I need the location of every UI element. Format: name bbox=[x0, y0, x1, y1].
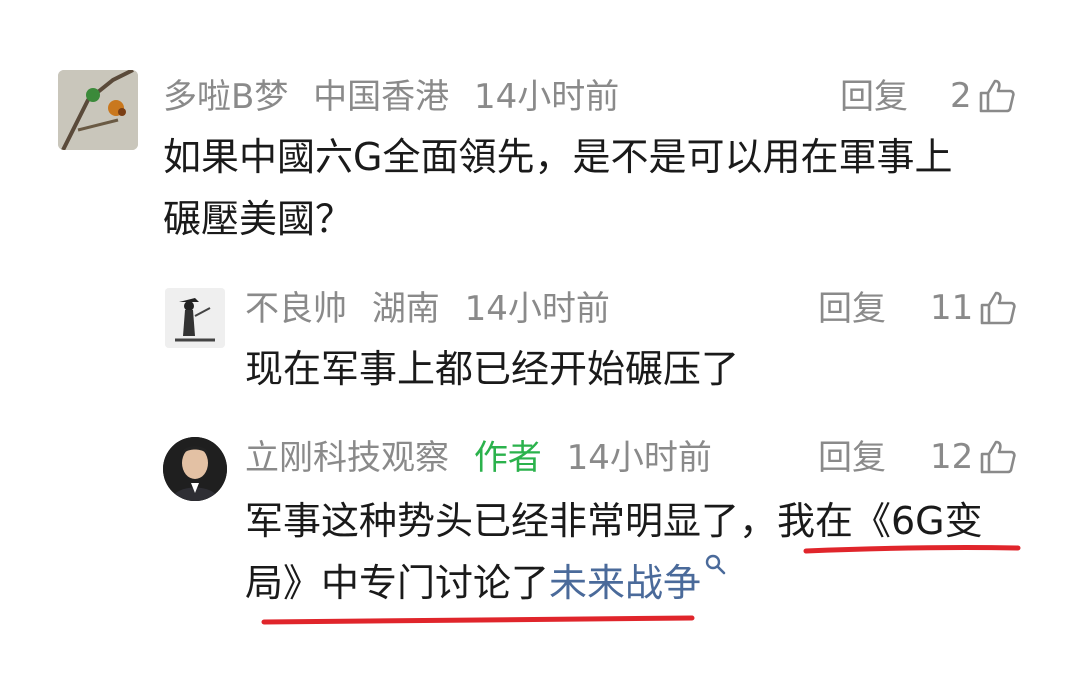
thumbs-up-icon bbox=[979, 79, 1015, 113]
text-segment: 局》中专门讨论了 bbox=[245, 561, 550, 605]
timestamp: 14小时前 bbox=[464, 289, 610, 329]
like-button[interactable]: 12 bbox=[930, 439, 1017, 475]
avatar[interactable] bbox=[58, 70, 138, 150]
author-badge: 作者 bbox=[473, 438, 542, 478]
like-count: 2 bbox=[950, 76, 972, 116]
comment-text: 军事这种势头已经非常明显了，我在《6G变 局》中专门讨论了未来战争 bbox=[245, 490, 1045, 614]
text-line: 军事这种势头已经非常明显了，我在《6G变 bbox=[245, 499, 983, 543]
timestamp: 14小时前 bbox=[473, 77, 620, 117]
like-count: 12 bbox=[930, 437, 974, 477]
underline-stroke bbox=[261, 615, 695, 625]
location: 中国香港 bbox=[313, 77, 450, 117]
comment-meta: 不良帅 湖南 14小时前 bbox=[245, 292, 624, 326]
text-line: 局》中专门讨论了未来战争 bbox=[245, 552, 1045, 614]
reply-button[interactable]: 回复 bbox=[840, 80, 908, 114]
username[interactable]: 不良帅 bbox=[245, 289, 347, 329]
reply-button[interactable]: 回复 bbox=[818, 441, 886, 475]
thumbs-up-icon bbox=[980, 291, 1016, 325]
username[interactable]: 立刚科技观察 bbox=[245, 438, 449, 478]
search-icon[interactable] bbox=[705, 554, 727, 576]
avatar[interactable] bbox=[165, 288, 225, 348]
like-button[interactable]: 2 bbox=[950, 78, 1016, 114]
search-link[interactable]: 未来战争 bbox=[549, 561, 701, 605]
thumbs-up-icon bbox=[980, 440, 1016, 474]
like-count: 11 bbox=[930, 288, 974, 328]
text-line: 如果中國六G全面領先，是不是可以用在軍事上 bbox=[163, 135, 953, 179]
comment-text: 如果中國六G全面領先，是不是可以用在軍事上 碾壓美國？ bbox=[163, 126, 1043, 250]
text-line: 碾壓美國？ bbox=[163, 197, 354, 241]
location: 湖南 bbox=[371, 289, 440, 329]
timestamp: 14小时前 bbox=[566, 438, 712, 478]
username[interactable]: 多啦B梦 bbox=[163, 77, 288, 117]
like-button[interactable]: 11 bbox=[930, 290, 1017, 326]
comment-meta: 多啦B梦 中国香港 14小时前 bbox=[163, 80, 633, 114]
avatar[interactable] bbox=[163, 437, 227, 501]
reply-button[interactable]: 回复 bbox=[818, 292, 886, 326]
comment-meta: 立刚科技观察 作者 14小时前 bbox=[245, 441, 726, 475]
comment-text: 现在军事上都已经开始碾压了 bbox=[245, 347, 740, 391]
